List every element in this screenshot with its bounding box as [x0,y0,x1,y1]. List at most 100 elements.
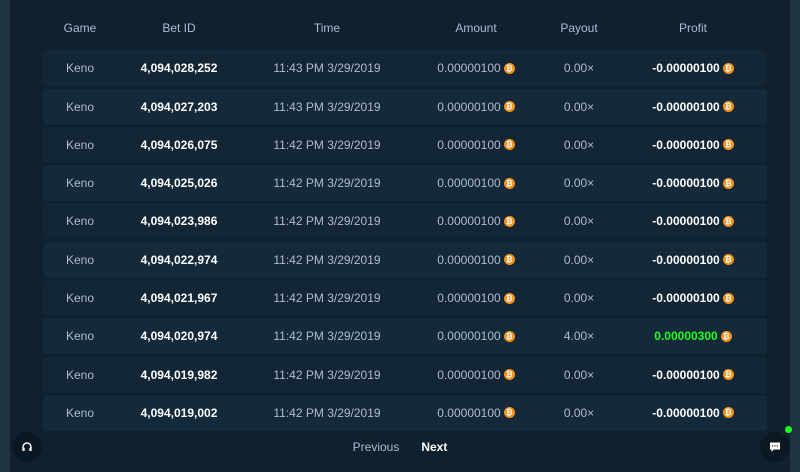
profit-value: 0.00000300 [654,329,718,344]
amount-value: 0.00000100 [437,252,501,267]
cell-bet-id[interactable]: 4,094,025,026 [117,176,241,190]
amount-value: 0.00000100 [437,367,501,382]
cell-bet-id[interactable]: 4,094,021,967 [117,291,241,305]
pagination: Previous Next [10,440,790,454]
amount-value: 0.00000100 [437,329,501,344]
cell-bet-id[interactable]: 4,094,023,986 [117,214,241,228]
cell-game: Keno [65,176,95,191]
bitcoin-icon: ₿ [720,330,732,342]
bitcoin-icon: ₿ [722,62,734,74]
cell-bet-id[interactable]: 4,094,028,252 [117,61,241,75]
bitcoin-icon: ₿ [503,254,515,266]
bitcoin-icon: ₿ [722,101,734,113]
profit-value: -0.00000100 [652,99,720,114]
cell-bet-id[interactable]: 4,094,027,203 [117,100,241,114]
cell-bet-id[interactable]: 4,094,026,075 [117,138,241,152]
cell-time: 11:42 PM 3/29/2019 [273,252,381,267]
right-edge [790,0,800,472]
chat-button[interactable] [760,432,790,462]
bitcoin-icon: ₿ [503,369,515,381]
table-row[interactable]: Keno 4,094,023,986 11:42 PM 3/29/2019 0.000… [43,203,767,240]
amount-value: 0.00000100 [437,405,501,420]
cell-profit: 0.00000300 ₿ [619,329,767,343]
cell-payout: 0.00× [563,137,595,152]
table-row[interactable]: Keno 4,094,026,075 11:42 PM 3/29/2019 0.000… [43,126,767,163]
bitcoin-icon: ₿ [503,292,515,304]
table-row[interactable]: Keno 4,094,021,967 11:42 PM 3/29/2019 0.000… [43,280,767,317]
cell-game: Keno [65,405,95,420]
table-row[interactable]: Keno 4,094,027,203 11:43 PM 3/29/2019 0.000… [43,88,767,125]
cell-time: 11:42 PM 3/29/2019 [273,214,381,229]
amount-value: 0.00000100 [437,99,501,114]
header-profit: Profit [678,21,707,35]
cell-profit: -0.00000100 ₿ [619,138,767,152]
bitcoin-icon: ₿ [503,62,515,74]
cell-game: Keno [65,329,95,344]
profit-value: -0.00000100 [652,405,720,420]
bitcoin-icon: ₿ [503,330,515,342]
table-row[interactable]: Keno 4,094,022,974 11:42 PM 3/29/2019 0.000… [43,241,767,278]
header-payout: Payout [560,21,598,35]
online-indicator [785,426,792,433]
cell-profit: -0.00000100 ₿ [619,291,767,305]
next-button[interactable]: Next [421,440,447,454]
headset-icon [22,442,32,451]
cell-time: 11:43 PM 3/29/2019 [273,99,381,114]
bitcoin-icon: ₿ [503,139,515,151]
cell-profit: -0.00000100 ₿ [619,406,767,420]
header-amount: Amount [455,21,497,35]
cell-amount: 0.00000100 ₿ [413,368,539,382]
bitcoin-icon: ₿ [722,177,734,189]
table-row[interactable]: Keno 4,094,020,974 11:42 PM 3/29/2019 0.000… [43,318,767,355]
cell-game: Keno [65,61,95,76]
bitcoin-icon: ₿ [503,215,515,227]
chat-icon [770,442,780,452]
cell-profit: -0.00000100 ₿ [619,214,767,228]
support-button[interactable] [12,432,42,462]
header-time: Time [313,21,341,35]
profit-value: -0.00000100 [652,367,720,382]
cell-payout: 0.00× [563,214,595,229]
cell-game: Keno [65,367,95,382]
bitcoin-icon: ₿ [722,292,734,304]
table-body: Keno 4,094,028,252 11:43 PM 3/29/2019 0.000… [43,50,767,431]
cell-amount: 0.00000100 ₿ [413,406,539,420]
table-row[interactable]: Keno 4,094,019,002 11:42 PM 3/29/2019 0.000… [43,394,767,431]
cell-time: 11:42 PM 3/29/2019 [273,329,381,344]
amount-value: 0.00000100 [437,137,501,152]
table-header: Game Bet ID Time Amount Payout Profit [43,8,767,48]
cell-time: 11:42 PM 3/29/2019 [273,137,381,152]
header-bet-id: Bet ID [162,21,196,35]
amount-value: 0.00000100 [437,61,501,76]
cell-time: 11:42 PM 3/29/2019 [273,176,381,191]
cell-bet-id[interactable]: 4,094,019,002 [117,406,241,420]
cell-game: Keno [65,137,95,152]
amount-value: 0.00000100 [437,291,501,306]
table-row[interactable]: Keno 4,094,019,982 11:42 PM 3/29/2019 0.000… [43,356,767,393]
bitcoin-icon: ₿ [722,139,734,151]
profit-value: -0.00000100 [652,176,720,191]
cell-amount: 0.00000100 ₿ [413,138,539,152]
bitcoin-icon: ₿ [722,369,734,381]
cell-amount: 0.00000100 ₿ [413,176,539,190]
cell-payout: 0.00× [563,99,595,114]
amount-value: 0.00000100 [437,176,501,191]
bitcoin-icon: ₿ [722,215,734,227]
cell-time: 11:43 PM 3/29/2019 [273,61,381,76]
cell-profit: -0.00000100 ₿ [619,253,767,267]
header-game: Game [63,21,97,35]
cell-amount: 0.00000100 ₿ [413,214,539,228]
previous-button[interactable]: Previous [353,440,400,454]
table-row[interactable]: Keno 4,094,025,026 11:42 PM 3/29/2019 0.000… [43,165,767,202]
cell-bet-id[interactable]: 4,094,022,974 [117,253,241,267]
cell-amount: 0.00000100 ₿ [413,100,539,114]
cell-bet-id[interactable]: 4,094,020,974 [117,329,241,343]
cell-bet-id[interactable]: 4,094,019,982 [117,368,241,382]
cell-amount: 0.00000100 ₿ [413,61,539,75]
table-row[interactable]: Keno 4,094,028,252 11:43 PM 3/29/2019 0.000… [43,50,767,87]
profit-value: -0.00000100 [652,291,720,306]
cell-amount: 0.00000100 ₿ [413,253,539,267]
bitcoin-icon: ₿ [503,407,515,419]
cell-game: Keno [65,252,95,267]
cell-payout: 0.00× [563,291,595,306]
